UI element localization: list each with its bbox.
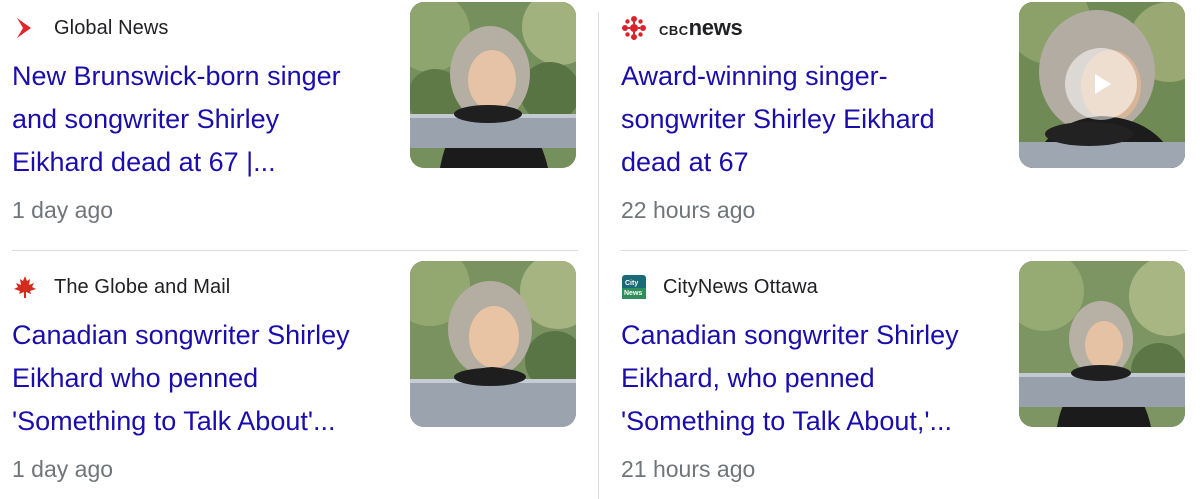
source-row: CBCnews xyxy=(621,14,743,42)
article-thumbnail[interactable] xyxy=(1019,2,1185,168)
headline-line: New Brunswick-born singer xyxy=(12,61,341,91)
news-card-global-news[interactable]: Global News New Brunswick-born singer an… xyxy=(12,0,578,230)
news-card-citynews-ottawa[interactable]: City News CityNews Ottawa Canadian songw… xyxy=(621,259,1187,489)
row-divider-right xyxy=(621,250,1187,251)
cbc-wordmark: CBC xyxy=(659,23,689,38)
headline-line: dead at 67 xyxy=(621,147,749,177)
cbc-gem-logo-icon xyxy=(621,15,647,41)
headline-line: Eikhard who penned xyxy=(12,363,259,393)
maple-leaf-logo-icon xyxy=(12,274,38,300)
global-news-logo-icon xyxy=(12,15,38,41)
news-card-globe-and-mail[interactable]: The Globe and Mail Canadian songwriter S… xyxy=(12,259,578,489)
source-name: CBCnews xyxy=(659,15,743,41)
headline-line: Eikhard dead at 67 |... xyxy=(12,147,276,177)
headline-line: 'Something to Talk About'... xyxy=(12,406,336,436)
headline-link[interactable]: Canadian songwriter Shirley Eikhard who … xyxy=(12,314,382,443)
source-row: The Globe and Mail xyxy=(12,273,230,301)
source-name: CityNews Ottawa xyxy=(663,275,818,298)
article-thumbnail[interactable] xyxy=(1019,261,1185,427)
article-thumbnail[interactable] xyxy=(410,261,576,427)
timestamp: 21 hours ago xyxy=(621,456,756,482)
timestamp: 1 day ago xyxy=(12,197,114,223)
source-row: Global News xyxy=(12,14,168,42)
timestamp: 1 day ago xyxy=(12,456,114,482)
headline-line: Canadian songwriter Shirley xyxy=(621,320,959,350)
headline-link[interactable]: Canadian songwriter Shirley Eikhard, who… xyxy=(621,314,991,443)
headline-line: 'Something to Talk About,'... xyxy=(621,406,953,436)
headline-line: Award-winning singer- xyxy=(621,61,888,91)
article-thumbnail[interactable] xyxy=(410,2,576,168)
timestamp: 22 hours ago xyxy=(621,197,756,223)
citynews-logo-city: City xyxy=(625,280,638,287)
headline-link[interactable]: Award-winning singer- songwriter Shirley… xyxy=(621,55,991,184)
source-name: The Globe and Mail xyxy=(54,275,231,298)
thumbnail-photo xyxy=(410,2,576,168)
news-card-cbc-news[interactable]: CBCnews Award-winning singer- songwriter… xyxy=(621,0,1187,230)
column-divider xyxy=(598,12,599,499)
citynews-logo-news: News xyxy=(624,290,642,297)
headline-line: and songwriter Shirley xyxy=(12,104,280,134)
source-name: Global News xyxy=(54,16,169,39)
source-row: City News CityNews Ottawa xyxy=(621,273,818,301)
thumbnail-photo xyxy=(1019,261,1185,427)
headline-line: songwriter Shirley Eikhard xyxy=(621,104,935,134)
headline-line: Eikhard, who penned xyxy=(621,363,875,393)
play-icon xyxy=(1095,74,1111,94)
citynews-logo-icon: City News xyxy=(621,274,647,300)
headline-line: Canadian songwriter Shirley xyxy=(12,320,350,350)
news-wordmark: news xyxy=(688,15,743,40)
headline-link[interactable]: New Brunswick-born singer and songwriter… xyxy=(12,55,382,184)
row-divider-left xyxy=(12,250,578,251)
thumbnail-photo xyxy=(410,261,576,427)
play-video-button[interactable] xyxy=(1065,48,1137,120)
